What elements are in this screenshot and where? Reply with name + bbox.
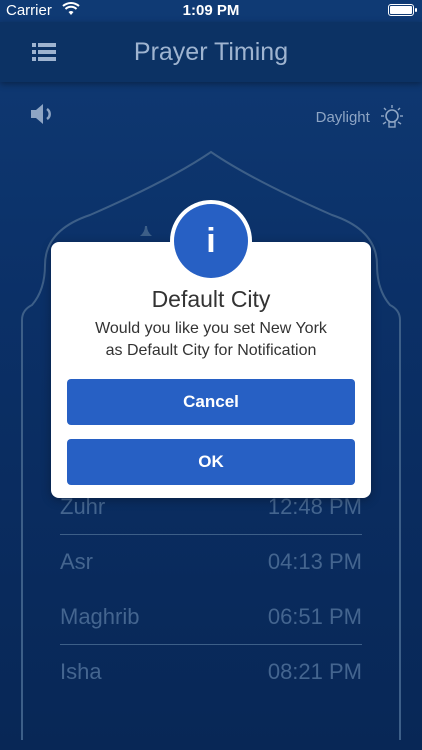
dialog-message-line: as Default City for Notification xyxy=(105,342,317,359)
app-screen: Carrier 1:09 PM Prayer Timing Daylight Z… xyxy=(0,0,422,750)
ok-button[interactable]: OK xyxy=(67,439,355,485)
cancel-button[interactable]: Cancel xyxy=(67,379,355,425)
dialog-title: Default City xyxy=(151,286,271,312)
dialog-message-line: Would you like you set New York xyxy=(95,320,327,337)
info-icon: i xyxy=(170,200,252,282)
dialog-message: Would you like you set New York as Defau… xyxy=(61,318,361,362)
info-icon-glyph: i xyxy=(174,204,248,278)
